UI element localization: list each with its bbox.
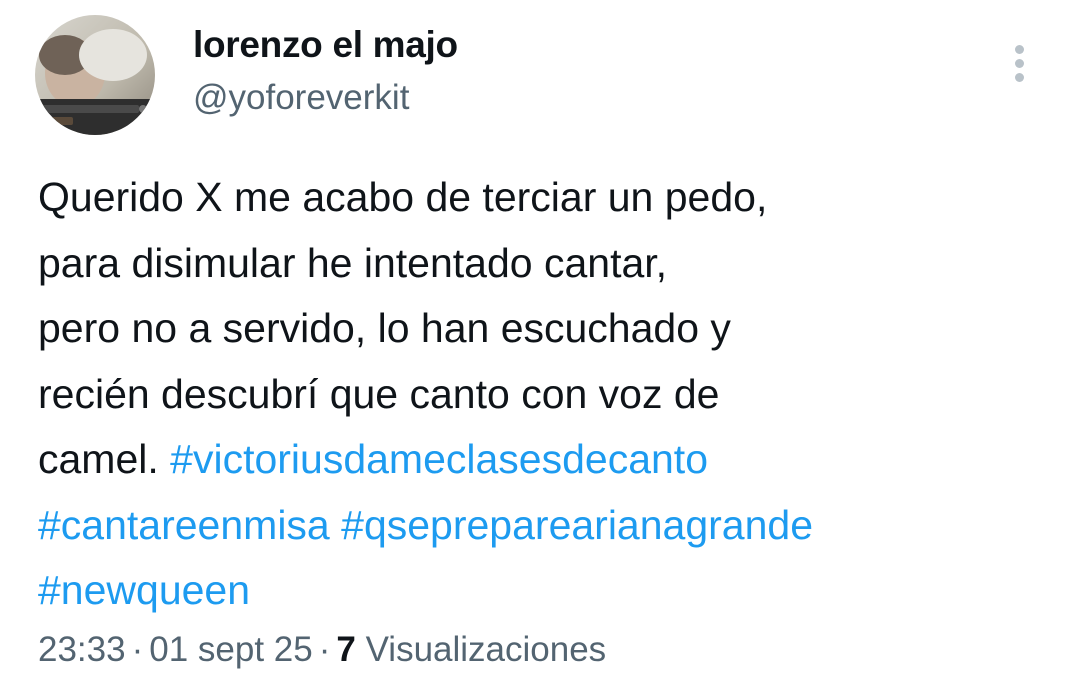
tweet-text-line: camel. #victoriusdameclasesdecanto bbox=[38, 427, 1048, 493]
more-vertical-icon bbox=[1015, 45, 1024, 54]
more-vertical-icon-dot bbox=[1015, 73, 1024, 82]
hashtag-link[interactable]: #victoriusdameclasesdecanto bbox=[170, 436, 708, 482]
views-label: Visualizaciones bbox=[365, 630, 607, 669]
author-display-name[interactable]: lorenzo el majo bbox=[193, 24, 458, 66]
tweet-text-line: Querido X me acabo de terciar un pedo, bbox=[38, 174, 768, 220]
tweet: lorenzo el majo @yoforeverkit Querido X … bbox=[0, 0, 1080, 688]
more-vertical-icon-dot bbox=[1015, 59, 1024, 68]
avatar[interactable] bbox=[35, 15, 155, 135]
tweet-date[interactable]: 01 sept 25 bbox=[149, 630, 312, 669]
tweet-text-line: para disimular he intentado cantar, bbox=[38, 239, 668, 286]
hashtag-link[interactable]: #qsepreparearianagrande bbox=[341, 502, 813, 548]
tweet-time[interactable]: 23:33 bbox=[38, 630, 126, 669]
views-count: 7 bbox=[336, 630, 356, 669]
meta-separator: · bbox=[318, 630, 331, 669]
meta-separator: · bbox=[131, 630, 144, 669]
tweet-text: Querido X me acabo de terciar un pedo, p… bbox=[38, 165, 1048, 624]
profile-photo-icon bbox=[35, 15, 155, 135]
hashtag-link[interactable]: #newqueen bbox=[38, 567, 250, 613]
tweet-text-fragment: camel. bbox=[38, 436, 171, 482]
author-handle[interactable]: @yoforeverkit bbox=[193, 78, 409, 118]
tweet-text-line: recién descubrí que canto con voz de bbox=[38, 370, 720, 417]
more-options-button[interactable] bbox=[1003, 38, 1037, 88]
tweet-text-line: #cantareenmisa #qsepreparearianagrande bbox=[38, 493, 1048, 559]
tweet-text-line: pero no a servido, lo han escuchado y bbox=[38, 305, 731, 351]
tweet-text-line: #newqueen bbox=[38, 558, 1048, 624]
tweet-meta: 23:33 · 01 sept 25 · 7 Visualizaciones bbox=[38, 630, 606, 670]
hashtag-link[interactable]: #cantareenmisa bbox=[38, 502, 330, 548]
